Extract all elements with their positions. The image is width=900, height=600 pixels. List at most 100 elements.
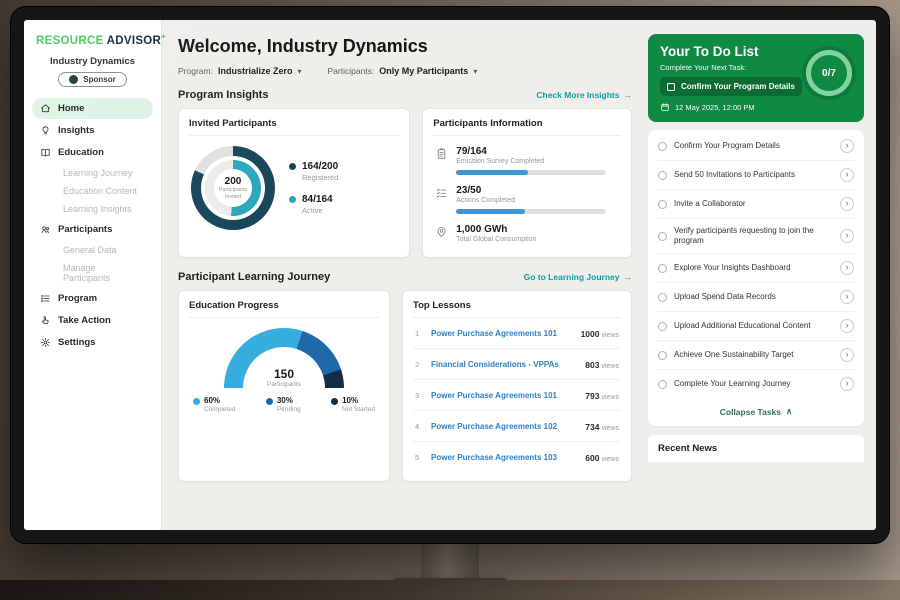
education-progress-gauge: 150 Participants [224,328,344,388]
task-row[interactable]: Invite a Collaborator › [657,190,855,219]
task-checkbox[interactable] [658,142,667,151]
sidebar-item-home[interactable]: Home [32,98,153,119]
lesson-row[interactable]: 1 Power Purchase Agreements 101 1000view… [413,318,621,349]
lesson-link[interactable]: Power Purchase Agreements 102 [431,422,578,431]
legend-item-not-started: 10% Not Started [331,396,375,413]
people-icon [40,224,51,235]
card-title: Top Lessons [413,300,621,318]
checkbox-icon[interactable] [667,83,675,91]
actions-completed-label: Actions Completed [456,197,606,204]
lesson-row[interactable]: 4 Power Purchase Agreements 102 734views [413,411,621,442]
emission-survey-row: 79/164 Emission Survey Completed [435,146,619,175]
chevron-down-icon: ▾ [297,67,301,76]
task-checkbox[interactable] [658,322,667,331]
task-checkbox[interactable] [658,293,667,302]
global-consumption-row: 1,000 GWh Total Global Consumption [435,224,619,248]
task-chevron-button[interactable]: › [840,261,854,275]
calendar-icon [660,102,670,112]
lesson-link[interactable]: Financial Considerations - VPPAs [431,360,578,369]
emission-survey-progressbar [456,170,606,175]
sponsor-icon [69,75,78,84]
pending-value: 30% [277,396,293,405]
education-progress-legend: 60% Completed 30% Pending [189,396,379,413]
lesson-views: 600 [585,453,599,463]
task-label: Upload Spend Data Records [674,292,833,302]
link-label: Go to Learning Journey [524,272,620,282]
lesson-views: 734 [585,422,599,432]
sidebar-item-settings[interactable]: Settings [32,332,153,353]
section-title: Participant Learning Journey [178,271,330,283]
go-to-learning-journey-link[interactable]: Go to Learning Journey → [524,272,632,282]
task-checkbox[interactable] [658,200,667,209]
completed-dot [193,398,200,405]
todo-progress-value: 0/7 [822,68,836,79]
donut-center-label: Participants Invited [216,187,250,200]
lesson-views: 1000 [581,329,600,339]
progress-fill [456,170,528,175]
task-row[interactable]: Send 50 Invitations to Participants › [657,161,855,190]
monitor-frame: RESOURCE ADVISOR+ Industry Dynamics Spon… [10,6,890,544]
completed-label: Completed [204,406,235,413]
task-chevron-button[interactable]: › [840,139,854,153]
task-row[interactable]: Achieve One Sustainability Target › [657,341,855,370]
task-row[interactable]: Confirm Your Program Details › [657,132,855,161]
program-select[interactable]: Program: Industrialize Zero ▾ [178,66,302,76]
recent-news-title: Recent News [658,443,717,454]
gauge-center: 150 Participants [224,367,344,388]
sidebar-item-program[interactable]: Program [32,288,153,309]
emission-survey-value: 79/164 [456,146,606,157]
task-checkbox[interactable] [658,171,667,180]
task-checkbox[interactable] [658,351,667,360]
sidebar-item-manage-participants[interactable]: Manage Participants [32,259,153,287]
task-row[interactable]: Explore Your Insights Dashboard › [657,254,855,283]
lesson-row[interactable]: 2 Financial Considerations - VPPAs 803vi… [413,349,621,380]
sidebar-item-education-content[interactable]: Education Content [32,182,153,200]
task-chevron-button[interactable]: › [840,290,854,304]
task-chevron-button[interactable]: › [840,377,854,391]
task-row[interactable]: Upload Additional Educational Content › [657,312,855,341]
collapse-tasks-link[interactable]: Collapse Tasks ∧ [657,398,855,424]
task-chevron-button[interactable]: › [840,319,854,333]
task-chevron-button[interactable]: › [840,168,854,182]
sidebar-item-general-data[interactable]: General Data [32,241,153,259]
participants-select[interactable]: Participants: Only My Participants ▾ [328,66,478,76]
task-chevron-button[interactable]: › [840,348,854,362]
next-task-pill[interactable]: Confirm Your Program Details [660,77,802,96]
task-label: Achieve One Sustainability Target [674,350,833,360]
lesson-link[interactable]: Power Purchase Agreements 101 [431,329,574,338]
sidebar-subitem-label: Manage Participants [63,263,110,283]
lesson-row[interactable]: 5 Power Purchase Agreements 103 600views [413,442,621,472]
not-started-dot [331,398,338,405]
program-select-label: Program: [178,66,213,76]
task-chevron-button[interactable]: › [840,197,854,211]
lesson-views-suffix: views [601,394,619,401]
sidebar-item-learning-insights[interactable]: Learning Insights [32,200,153,218]
lesson-row[interactable]: 3 Power Purchase Agreements 101 793views [413,380,621,411]
sidebar-item-insights[interactable]: Insights [32,120,153,141]
invited-participants-body: 200 Participants Invited 164/200 Registe… [189,146,399,230]
task-checkbox[interactable] [658,380,667,389]
task-row[interactable]: Upload Spend Data Records › [657,283,855,312]
card-title: Invited Participants [189,118,399,136]
task-checkbox[interactable] [658,232,667,241]
sponsor-badge[interactable]: Sponsor [58,72,126,87]
sidebar-item-participants[interactable]: Participants [32,219,153,240]
lesson-link[interactable]: Power Purchase Agreements 103 [431,453,578,462]
chevron-right-icon: › [846,263,849,272]
sidebar-subitem-label: Learning Journey [63,168,133,178]
main-content: Welcome, Industry Dynamics Program: Indu… [162,20,644,530]
task-chevron-button[interactable]: › [840,229,854,243]
sidebar-item-take-action[interactable]: Take Action [32,310,153,331]
task-checkbox[interactable] [658,264,667,273]
task-label: Send 50 Invitations to Participants [674,170,833,180]
lesson-link[interactable]: Power Purchase Agreements 101 [431,391,578,400]
registered-dot [289,163,296,170]
task-row[interactable]: Complete Your Learning Journey › [657,370,855,398]
task-row[interactable]: Verify participants requesting to join t… [657,219,855,254]
active-dot [289,196,296,203]
sidebar-item-label: Participants [58,224,112,235]
todo-progress-ring: 0/7 [806,50,852,96]
sidebar-item-learning-journey[interactable]: Learning Journey [32,164,153,182]
sidebar-item-education[interactable]: Education [32,142,153,163]
check-more-insights-link[interactable]: Check More Insights → [536,90,632,100]
